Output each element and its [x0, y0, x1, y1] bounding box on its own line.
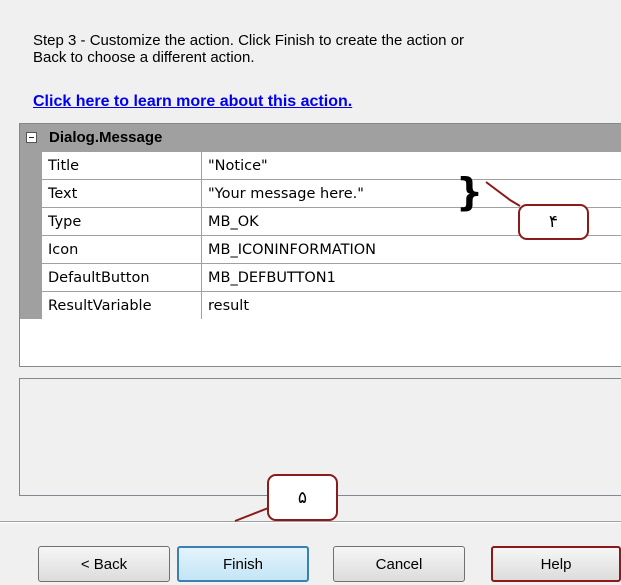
property-value[interactable]: "Notice" — [202, 152, 621, 179]
property-row-resultvariable[interactable]: ResultVariable result — [20, 291, 621, 319]
callout-number-4: ۴ — [518, 204, 589, 240]
property-value[interactable]: MB_ICONINFORMATION — [202, 236, 621, 263]
category-header-dialog-message[interactable]: Dialog.Message — [20, 124, 621, 151]
property-value[interactable]: "Your message here." — [202, 180, 621, 207]
row-gutter — [20, 292, 42, 319]
row-gutter — [20, 208, 42, 235]
property-row-text[interactable]: Text "Your message here." — [20, 179, 621, 207]
property-value[interactable]: MB_DEFBUTTON1 — [202, 264, 621, 291]
row-gutter — [20, 180, 42, 207]
callout-number-5: ۵ — [267, 474, 338, 521]
row-gutter — [20, 264, 42, 291]
property-grid: Dialog.Message Title "Notice" Text "Your… — [19, 123, 621, 367]
help-button[interactable]: Help — [491, 546, 621, 582]
property-name: Title — [42, 152, 202, 179]
learn-more-link[interactable]: Click here to learn more about this acti… — [33, 93, 352, 111]
property-row-title[interactable]: Title "Notice" — [20, 151, 621, 179]
cancel-button[interactable]: Cancel — [333, 546, 465, 582]
property-name: Text — [42, 180, 202, 207]
property-name: DefaultButton — [42, 264, 202, 291]
divider — [0, 521, 621, 523]
finish-button[interactable]: Finish — [177, 546, 309, 582]
brace-annotation: } — [456, 170, 484, 214]
back-button[interactable]: < Back — [38, 546, 170, 582]
property-value[interactable]: result — [202, 292, 621, 319]
collapse-icon[interactable] — [26, 132, 37, 143]
row-gutter — [20, 152, 42, 179]
row-gutter — [20, 236, 42, 263]
category-label: Dialog.Message — [49, 129, 163, 146]
property-row-defaultbutton[interactable]: DefaultButton MB_DEFBUTTON1 — [20, 263, 621, 291]
step-instructions: Step 3 - Customize the action. Click Fin… — [33, 32, 465, 66]
property-name: Type — [42, 208, 202, 235]
property-name: Icon — [42, 236, 202, 263]
property-name: ResultVariable — [42, 292, 202, 319]
